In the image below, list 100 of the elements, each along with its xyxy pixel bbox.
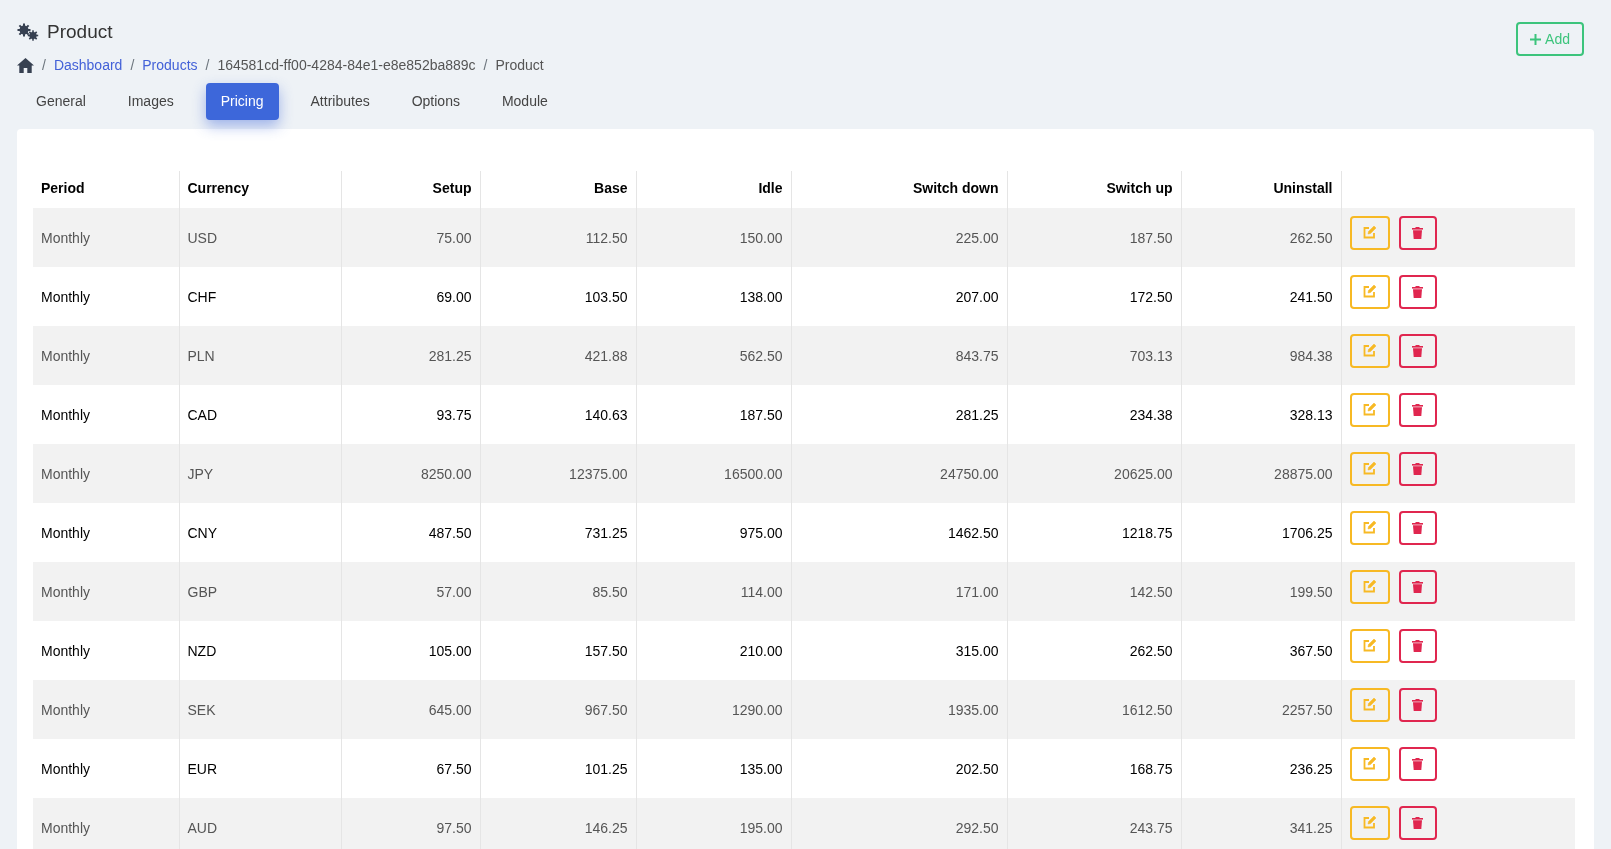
table-cell: Monthly	[33, 443, 179, 503]
trash-icon	[1412, 285, 1423, 298]
table-cell: CHF	[179, 266, 341, 326]
delete-button[interactable]	[1398, 333, 1437, 368]
delete-button[interactable]	[1398, 215, 1437, 250]
table-cell: 967.50	[480, 679, 636, 739]
table-cell: 1612.50	[1007, 679, 1181, 739]
table-cell: 97.50	[341, 797, 480, 849]
table-cell: Monthly	[33, 325, 179, 385]
table-cell: 69.00	[341, 266, 480, 326]
breadcrumb-separator: /	[483, 55, 488, 75]
table-cell: 421.88	[480, 325, 636, 385]
table-cell: AUD	[179, 797, 341, 849]
delete-button[interactable]	[1398, 569, 1437, 604]
trash-icon	[1412, 403, 1423, 416]
table-cell: 20625.00	[1007, 443, 1181, 503]
table-cell: 1935.00	[791, 679, 1007, 739]
table-cell: 281.25	[791, 384, 1007, 444]
table-cell: 24750.00	[791, 443, 1007, 503]
tab[interactable]: General	[20, 82, 102, 120]
table-cell: 57.00	[341, 561, 480, 621]
edit-icon	[1363, 285, 1376, 298]
tab[interactable]: Pricing	[205, 82, 279, 120]
table-cell: 225.00	[791, 207, 1007, 267]
table-cell: NZD	[179, 620, 341, 680]
table-cell: 315.00	[791, 620, 1007, 680]
table-cell: 703.13	[1007, 325, 1181, 385]
table-cell: USD	[179, 207, 341, 267]
table-cell: 199.50	[1181, 561, 1341, 621]
tab[interactable]: Options	[395, 82, 476, 120]
table-cell: 262.50	[1181, 207, 1341, 267]
table-cell: 645.00	[341, 679, 480, 739]
trash-icon	[1412, 521, 1423, 534]
table-cell: 1218.75	[1007, 502, 1181, 562]
table-cell: PLN	[179, 325, 341, 385]
delete-button[interactable]	[1398, 628, 1437, 663]
table-cell: Monthly	[33, 384, 179, 444]
column-header: Uninstall	[1181, 170, 1341, 208]
table-cell: 85.50	[480, 561, 636, 621]
table-cell: Monthly	[33, 266, 179, 326]
table-cell: 168.75	[1007, 738, 1181, 798]
edit-icon	[1363, 698, 1376, 711]
table-cell: Monthly	[33, 207, 179, 267]
trash-icon	[1412, 639, 1423, 652]
table-cell: 8250.00	[341, 443, 480, 503]
trash-icon	[1412, 344, 1423, 357]
table-cell: 28875.00	[1181, 443, 1341, 503]
table-cell: 984.38	[1181, 325, 1341, 385]
breadcrumb-separator: /	[205, 55, 210, 75]
table-cell: 207.00	[791, 266, 1007, 326]
table-cell: 140.63	[480, 384, 636, 444]
column-header: Currency	[179, 170, 341, 208]
table-cell: EUR	[179, 738, 341, 798]
table-cell: 731.25	[480, 502, 636, 562]
delete-button[interactable]	[1398, 451, 1437, 486]
table-cell: 105.00	[341, 620, 480, 680]
column-header: Idle	[636, 170, 791, 208]
edit-icon	[1363, 462, 1376, 475]
tab[interactable]: Images	[111, 82, 190, 120]
delete-button[interactable]	[1398, 392, 1437, 427]
edit-icon	[1363, 639, 1376, 652]
breadcrumb-item: Product	[495, 55, 544, 75]
delete-button[interactable]	[1398, 805, 1437, 840]
breadcrumb-link[interactable]: Dashboard	[53, 54, 123, 76]
table-cell: 187.50	[636, 384, 791, 444]
table-cell: 67.50	[341, 738, 480, 798]
table-cell: 2257.50	[1181, 679, 1341, 739]
edit-icon	[1363, 344, 1376, 357]
breadcrumb-item: 164581cd-ff00-4284-84e1-e8e852ba889c	[217, 55, 476, 75]
delete-button[interactable]	[1398, 510, 1437, 545]
table-cell: Monthly	[33, 797, 179, 849]
table-cell: 243.75	[1007, 797, 1181, 849]
table-cell: 341.25	[1181, 797, 1341, 849]
table-cell: 138.00	[636, 266, 791, 326]
breadcrumb-separator: /	[42, 55, 46, 75]
table-cell: 562.50	[636, 325, 791, 385]
table-cell: 101.25	[480, 738, 636, 798]
table-cell: SEK	[179, 679, 341, 739]
table-cell: 146.25	[480, 797, 636, 849]
table-cell: Monthly	[33, 561, 179, 621]
tab[interactable]: Attributes	[294, 82, 386, 120]
tab[interactable]: Module	[485, 82, 564, 120]
trash-icon	[1412, 580, 1423, 593]
breadcrumb-link[interactable]: Products	[142, 54, 198, 76]
table-cell: 487.50	[341, 502, 480, 562]
table-cell: 367.50	[1181, 620, 1341, 680]
column-header: Switch up	[1007, 170, 1181, 208]
table-cell: Monthly	[33, 679, 179, 739]
home-icon[interactable]	[17, 57, 34, 73]
delete-button[interactable]	[1398, 274, 1437, 309]
delete-button[interactable]	[1398, 687, 1437, 722]
edit-icon	[1363, 580, 1376, 593]
table-cell: 262.50	[1007, 620, 1181, 680]
edit-icon	[1363, 521, 1376, 534]
trash-icon	[1412, 698, 1423, 711]
table-cell: 157.50	[480, 620, 636, 680]
table-cell: Monthly	[33, 502, 179, 562]
edit-icon	[1363, 816, 1376, 829]
table-cell: 328.13	[1181, 384, 1341, 444]
delete-button[interactable]	[1398, 746, 1437, 781]
